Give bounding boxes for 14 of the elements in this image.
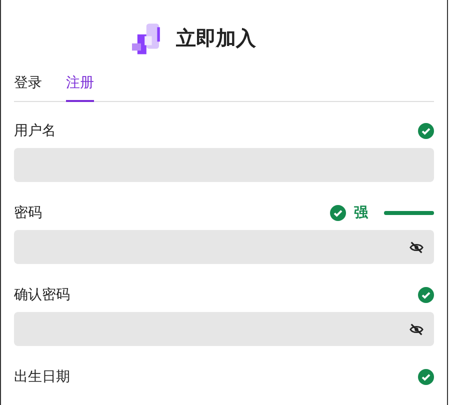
field-label: 密码 — [14, 204, 42, 222]
input-field[interactable] — [14, 148, 434, 182]
field-label: 用户名 — [14, 122, 56, 140]
input-field[interactable] — [14, 312, 434, 346]
tab[interactable]: 登录 — [14, 68, 42, 102]
field-label: 确认密码 — [14, 286, 70, 304]
field-label: 出生日期 — [14, 368, 70, 386]
input-field[interactable] — [14, 230, 434, 264]
eye-off-icon[interactable] — [409, 240, 424, 254]
strength-meter — [384, 211, 434, 215]
tab[interactable]: 注册 — [66, 68, 94, 102]
strength-label: 强 — [354, 204, 368, 222]
eye-off-icon[interactable] — [409, 322, 424, 336]
page-title: 立即加入 — [176, 24, 256, 52]
